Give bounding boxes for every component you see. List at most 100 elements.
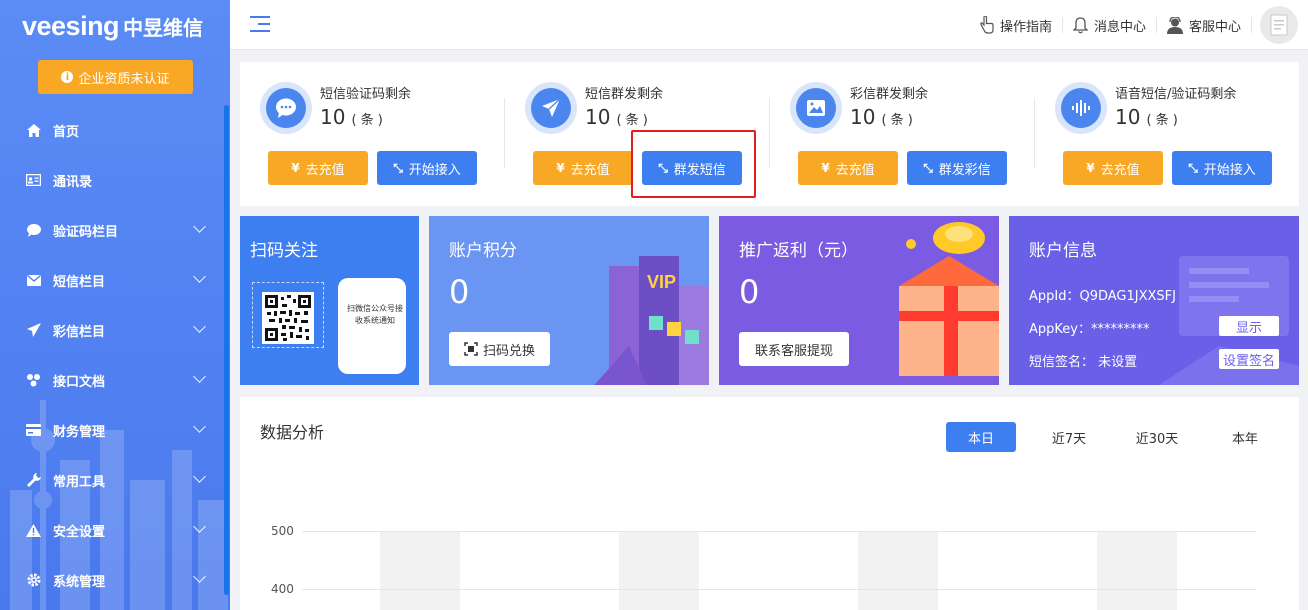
sidebar: veesing 中昱维信 i 企业资质未认证 首页 通讯录 验证码栏目 短信栏目…: [0, 0, 230, 610]
info-icon: i: [61, 71, 74, 83]
certification-label: 企业资质未认证: [78, 71, 170, 87]
recharge-button[interactable]: ¥ 去充值: [1063, 151, 1163, 185]
sidebar-item-contacts[interactable]: 通讯录: [0, 155, 230, 205]
sidebar-scrollbar[interactable]: [224, 105, 229, 595]
tab-30days[interactable]: 近30天: [1122, 422, 1192, 452]
card-title: 账户积分: [449, 241, 517, 261]
logo[interactable]: veesing 中昱维信: [0, 0, 230, 52]
hand-pointer-icon: [980, 16, 994, 34]
rebate-card: 推广返利（元） 0 联系客服提现: [719, 216, 999, 385]
balance-value: 10( 条 ): [1115, 105, 1178, 129]
points-card: VIP 账户积分 0 扫码兑换: [429, 216, 709, 385]
balance-panel: 短信验证码剩余 10( 条 ) ¥ 去充值 ⤡ 开始接入 短信群发剩余 10( 条 …: [240, 62, 1299, 206]
avatar[interactable]: [1260, 6, 1298, 44]
qr-code: [262, 292, 314, 344]
scan-icon: [464, 342, 478, 356]
chart-band: [1097, 532, 1177, 610]
bell-icon: [1072, 16, 1088, 33]
show-appkey-button[interactable]: 显示: [1219, 316, 1279, 336]
sidebar-item-tools[interactable]: 常用工具: [0, 455, 230, 505]
mail-icon: [26, 273, 41, 288]
balance-mms: 彩信群发剩余 10( 条 ) ¥ 去充值 ⤡ 群发彩信: [770, 62, 1035, 206]
warning-icon: [26, 523, 41, 538]
guide-label: 操作指南: [999, 19, 1052, 35]
scan-redeem-button[interactable]: 扫码兑换: [449, 332, 550, 366]
balance-title: 短信验证码剩余: [320, 87, 412, 102]
chat-bubble-icon: [260, 82, 312, 134]
sidebar-item-label: 常用工具: [53, 474, 106, 490]
balance-value: 10( 条 ): [320, 105, 383, 129]
service-link[interactable]: 客服中心: [1157, 16, 1252, 35]
send-icon: [26, 323, 41, 338]
user-service-icon: [1166, 16, 1183, 34]
sidebar-item-sms[interactable]: 短信栏目: [0, 255, 230, 305]
gear-icon: [26, 573, 41, 588]
top-header: 操作指南 消息中心 客服中心: [230, 0, 1308, 50]
y-tick-label: 400: [271, 582, 294, 596]
card-title: 扫码关注: [250, 241, 318, 261]
voice-wave-icon: [1055, 82, 1107, 134]
y-tick-label: 500: [271, 524, 294, 538]
section-title: 数据分析: [260, 423, 325, 442]
paper-plane-icon: [525, 82, 577, 134]
sidebar-item-label: 彩信栏目: [53, 324, 106, 340]
gridline: [302, 589, 1256, 590]
start-access-button[interactable]: ⤡ 开始接入: [377, 151, 477, 185]
certification-button[interactable]: i 企业资质未认证: [38, 60, 193, 94]
chevron-down-icon: [193, 370, 206, 383]
sidebar-item-home[interactable]: 首页: [0, 105, 230, 155]
brand-name: veesing: [22, 10, 120, 41]
api-icon: [26, 373, 41, 388]
appkey-line: AppKey：*********: [1029, 322, 1150, 337]
sidebar-item-label: 通讯录: [53, 174, 93, 190]
svg-text:VIP: VIP: [647, 272, 676, 292]
recharge-button[interactable]: ¥ 去充值: [533, 151, 633, 185]
tab-today[interactable]: 本日: [946, 422, 1016, 452]
sidebar-item-mms[interactable]: 彩信栏目: [0, 305, 230, 355]
bulk-mms-button[interactable]: ⤡ 群发彩信: [907, 151, 1007, 185]
sidebar-item-verification[interactable]: 验证码栏目: [0, 205, 230, 255]
tab-year[interactable]: 本年: [1210, 422, 1280, 452]
card-title: 推广返利（元）: [739, 241, 858, 261]
wrench-icon: [26, 473, 41, 488]
balance-voice: 语音短信/验证码剩余 10( 条 ) ¥ 去充值 ⤡ 开始接入: [1035, 62, 1300, 206]
set-sign-button[interactable]: 设置签名: [1219, 349, 1279, 369]
finance-icon: [26, 423, 41, 438]
chart-band: [380, 532, 460, 610]
expand-icon: ⤡: [393, 160, 403, 175]
start-access-button[interactable]: ⤡ 开始接入: [1172, 151, 1272, 185]
sidebar-nav: 首页 通讯录 验证码栏目 短信栏目 彩信栏目 接口文档 财务管理 常用工具 安全…: [0, 105, 230, 605]
home-icon: [26, 123, 41, 138]
expand-icon: ⤡: [923, 160, 933, 175]
recharge-button[interactable]: ¥ 去充值: [798, 151, 898, 185]
sidebar-item-system[interactable]: 系统管理: [0, 555, 230, 605]
header-links: 操作指南 消息中心 客服中心: [968, 0, 1298, 50]
rebate-value: 0: [739, 273, 760, 311]
balance-verification-code: 短信验证码剩余 10( 条 ) ¥ 去充值 ⤡ 开始接入: [240, 62, 505, 206]
account-info-card: 账户信息 AppId：Q9DAG1JXXSFJ AppKey：*********…: [1009, 216, 1299, 385]
expand-icon: ⤡: [1188, 160, 1198, 175]
recharge-button[interactable]: ¥ 去充值: [268, 151, 368, 185]
phone-text: 扫微信公众号接收系统通知: [347, 304, 403, 325]
contact-withdraw-button[interactable]: 联系客服提现: [739, 332, 849, 366]
sidebar-item-label: 财务管理: [53, 424, 106, 440]
chevron-down-icon: [193, 570, 206, 583]
card-title: 账户信息: [1029, 241, 1097, 261]
sidebar-item-api-docs[interactable]: 接口文档: [0, 355, 230, 405]
balance-title: 语音短信/验证码剩余: [1115, 87, 1237, 102]
chevron-down-icon: [193, 270, 206, 283]
appid-line: AppId：Q9DAG1JXXSFJ: [1029, 289, 1176, 304]
messages-link[interactable]: 消息中心: [1063, 16, 1157, 35]
chevron-down-icon: [193, 420, 206, 433]
chevron-down-icon: [193, 520, 206, 533]
sidebar-item-finance[interactable]: 财务管理: [0, 405, 230, 455]
guide-link[interactable]: 操作指南: [968, 16, 1063, 35]
tab-7days[interactable]: 近7天: [1034, 422, 1104, 452]
gift-illustration: [899, 222, 999, 376]
vip-illustration: VIP: [594, 256, 709, 385]
image-icon: [790, 82, 842, 134]
menu-toggle-icon[interactable]: [250, 16, 270, 34]
chat-icon: [26, 223, 41, 238]
sidebar-item-label: 短信栏目: [53, 274, 106, 290]
sidebar-item-security[interactable]: 安全设置: [0, 505, 230, 555]
